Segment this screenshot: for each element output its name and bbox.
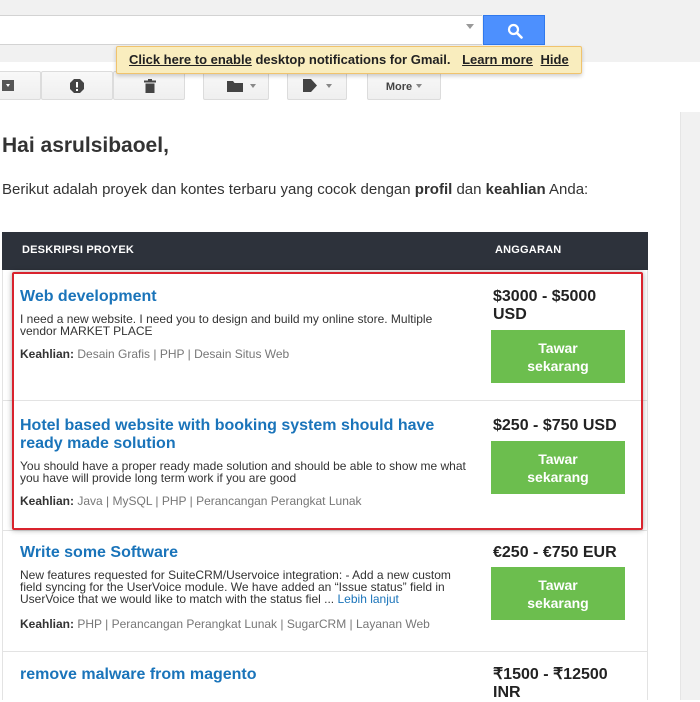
email-intro: Berikut adalah proyek dan kontes terbaru… xyxy=(2,181,588,198)
intro-profile: profil xyxy=(414,181,453,198)
project-description: New features requested for SuiteCRM/User… xyxy=(20,569,475,605)
delete-button[interactable] xyxy=(113,71,185,100)
bid-now-label: Tawar sekarang xyxy=(527,450,589,485)
skills-list: PHP | Perancangan Perangkat Lunak | Suga… xyxy=(77,617,430,631)
more-button[interactable]: More xyxy=(367,71,441,100)
notification-bar: Click here to enable desktop notificatio… xyxy=(116,46,582,74)
trash-icon xyxy=(144,79,156,93)
skills-list: Java | MySQL | PHP | Perancangan Perangk… xyxy=(77,494,362,508)
hide-notification-link[interactable]: Hide xyxy=(541,52,569,67)
project-skills: Keahlian: PHP | Perancangan Perangkat Lu… xyxy=(20,617,430,631)
spam-warning-icon xyxy=(70,79,84,93)
intro-text: Berikut adalah proyek dan kontes terbaru… xyxy=(2,181,415,198)
archive-icon xyxy=(2,80,14,91)
enable-notifications-link[interactable]: Click here to enable xyxy=(129,52,252,67)
more-label: More xyxy=(385,81,413,93)
learn-more-link[interactable]: Learn more xyxy=(462,52,533,67)
header-budget: ANGGARAN xyxy=(495,244,562,256)
bid-now-label: Tawar sekarang xyxy=(527,576,589,611)
header-description: DESKRIPSI PROYEK xyxy=(22,244,135,256)
email-greeting: Hai asrulsibaoel, xyxy=(2,134,169,157)
project-title-link[interactable]: Hotel based website with booking system … xyxy=(20,417,460,453)
project-budget: $250 - $750 USD xyxy=(493,417,617,434)
skills-label: Keahlian: xyxy=(20,494,75,508)
project-budget: ₹1500 - ₹12500 INR xyxy=(493,666,608,701)
label-tag-icon xyxy=(303,79,317,92)
intro-text: dan xyxy=(452,181,486,198)
intro-skills: keahlian xyxy=(485,181,546,198)
project-title-link[interactable]: remove malware from magento xyxy=(20,666,460,684)
bid-now-button[interactable]: Tawar sekarang xyxy=(491,441,625,494)
intro-text: Anda: xyxy=(545,181,589,198)
search-options-chevron-icon[interactable] xyxy=(466,24,474,29)
move-to-button[interactable] xyxy=(203,71,269,100)
search-icon xyxy=(507,23,523,39)
project-description: You should have a proper ready made solu… xyxy=(20,459,466,485)
search-button[interactable] xyxy=(483,15,545,45)
bid-now-button[interactable]: Tawar sekarang xyxy=(491,567,625,620)
chevron-down-icon xyxy=(250,84,256,88)
notification-message: desktop notifications for Gmail. xyxy=(251,52,451,67)
chevron-down-icon xyxy=(326,84,332,88)
project-skills: Keahlian: Desain Grafis | PHP | Desain S… xyxy=(20,347,289,361)
project-title-link[interactable]: Web development xyxy=(20,288,460,306)
skills-label: Keahlian: xyxy=(20,347,75,361)
bid-now-label: Tawar sekarang xyxy=(527,339,589,374)
project-budget: €250 - €750 EUR xyxy=(493,544,617,561)
projects-table-header: DESKRIPSI PROYEK ANGGARAN xyxy=(2,232,648,270)
search-input[interactable] xyxy=(0,15,482,45)
skills-label: Keahlian: xyxy=(20,617,75,631)
folder-icon xyxy=(227,81,243,92)
project-skills: Keahlian: Java | MySQL | PHP | Perancang… xyxy=(20,494,362,508)
project-budget: $3000 - $5000 USD xyxy=(493,288,597,323)
read-more-link[interactable]: Lebih lanjut xyxy=(338,592,399,606)
project-title-link[interactable]: Write some Software xyxy=(20,544,460,562)
side-panel xyxy=(680,112,700,700)
chevron-down-icon xyxy=(416,83,423,88)
labels-button[interactable] xyxy=(287,71,347,100)
archive-button[interactable] xyxy=(0,71,41,100)
project-description: I need a new website. I need you to desi… xyxy=(20,312,433,338)
skills-list: Desain Grafis | PHP | Desain Situs Web xyxy=(77,347,290,361)
bid-now-button[interactable]: Tawar sekarang xyxy=(491,330,625,383)
report-spam-button[interactable] xyxy=(41,71,113,100)
